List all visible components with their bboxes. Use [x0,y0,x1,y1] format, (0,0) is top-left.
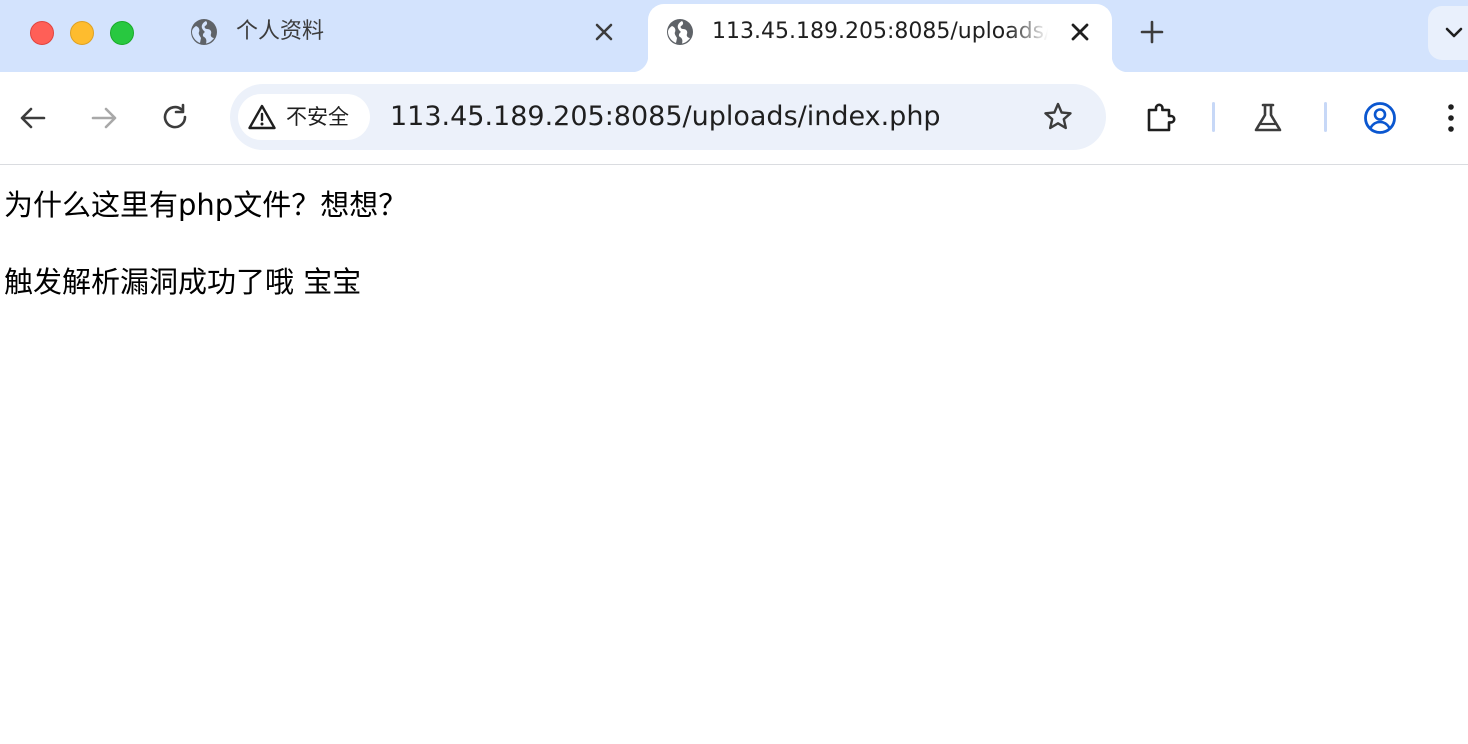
tab-title: 个人资料 [236,19,325,44]
page-text-line: 为什么这里有php文件？想想？ [4,188,408,222]
labs-button[interactable] [1252,101,1284,133]
account-circle-icon [1364,102,1396,134]
chevron-down-icon [1445,27,1463,38]
profile-button[interactable] [1363,101,1396,134]
tab-uploads[interactable]: 113.45.189.205:8085/uploads/index.php [632,4,1128,72]
globe-icon [190,18,218,46]
url-text[interactable]: 113.45.189.205:8085/uploads/index.php [390,84,941,150]
back-button[interactable] [17,102,49,134]
extensions-button[interactable] [1144,101,1176,133]
warning-icon [248,104,276,130]
window-zoom-button[interactable] [110,21,134,45]
security-chip[interactable]: 不安全 [238,94,370,140]
menu-button[interactable] [1436,101,1466,133]
arrow-left-icon [20,107,46,129]
address-bar[interactable]: 不安全 113.45.189.205:8085/uploads/index.ph… [230,84,1106,150]
puzzle-icon [1147,103,1176,132]
tab-strip: 个人资料 113.45.189.205:8085/uploads/index.p… [0,0,1468,72]
security-label: 不安全 [286,105,349,129]
tab-close-icon[interactable] [1068,20,1092,44]
bookmark-star-icon[interactable] [1042,101,1074,133]
flask-icon [1254,103,1282,132]
new-tab-button[interactable] [1138,18,1166,46]
tab-title: 113.45.189.205:8085/uploads/index.php [712,19,1048,44]
toolbar-separator [1212,102,1215,132]
arrow-right-icon [91,107,117,129]
tab-close-icon[interactable] [592,20,616,44]
forward-button[interactable] [88,102,120,134]
page-content: 为什么这里有php文件？想想？ 触发解析漏洞成功了哦 宝宝 [0,165,1468,744]
reload-icon [163,103,187,129]
window-close-button[interactable] [30,21,54,45]
page-text-line: 触发解析漏洞成功了哦 宝宝 [4,265,362,299]
plus-icon [1140,20,1164,44]
globe-icon [666,18,694,46]
window-minimize-button[interactable] [70,21,94,45]
tab-search-button[interactable] [1428,6,1468,60]
reload-button[interactable] [160,102,192,134]
toolbar: 不安全 113.45.189.205:8085/uploads/index.ph… [0,72,1468,165]
tab-profile[interactable]: 个人资料 [172,4,632,72]
kebab-menu-icon [1448,104,1454,132]
toolbar-separator [1324,102,1327,132]
